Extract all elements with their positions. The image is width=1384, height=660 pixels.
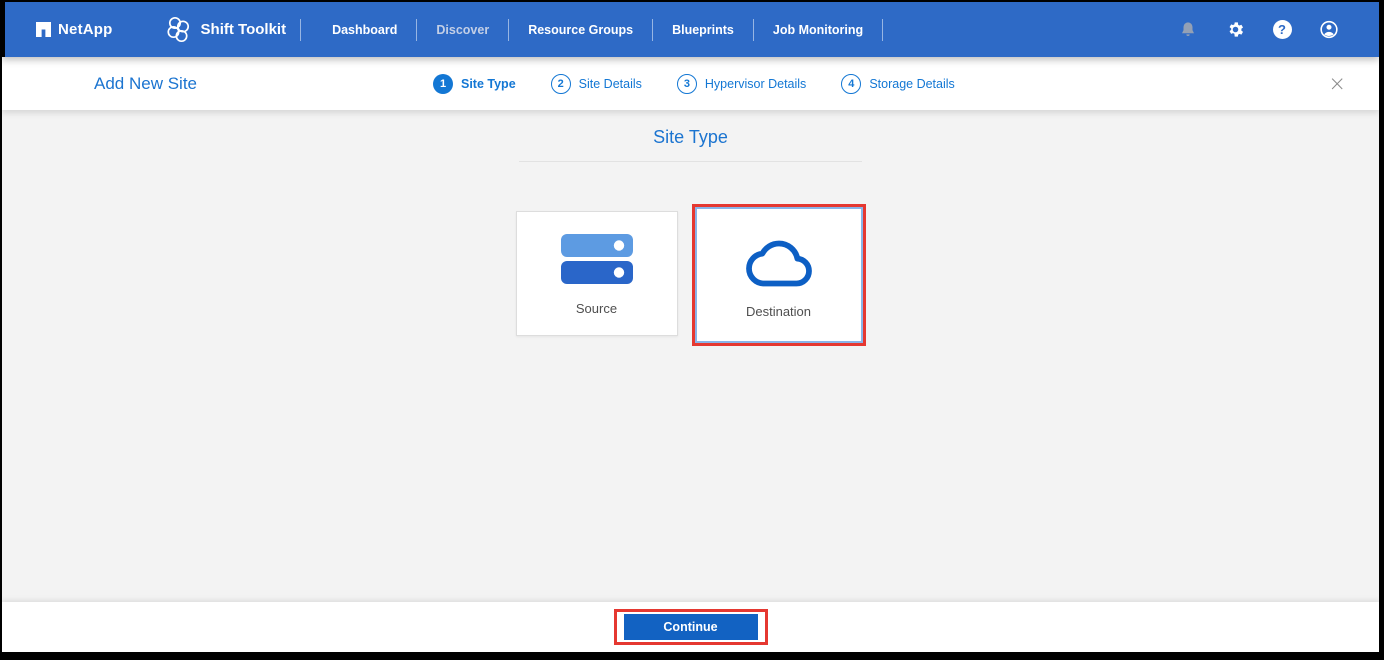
- notification-bell-icon[interactable]: [1178, 20, 1198, 40]
- step-2-label: Site Details: [579, 77, 642, 91]
- step-3-label: Hypervisor Details: [705, 77, 806, 91]
- page-title: Add New Site: [94, 74, 197, 94]
- nav-item-resource-groups[interactable]: Resource Groups: [511, 23, 650, 37]
- selection-highlight-box: Destination: [692, 204, 866, 346]
- topnav-actions: ?: [1178, 20, 1379, 40]
- shift-toolkit-icon: [165, 15, 192, 45]
- netapp-logo-icon: [36, 22, 51, 37]
- server-stack-icon: [558, 232, 636, 288]
- nav-separator: [508, 19, 509, 41]
- main-nav: Dashboard Discover Resource Groups Bluep…: [315, 19, 885, 41]
- step-1-label: Site Type: [461, 77, 516, 91]
- section-heading: Site Type: [2, 127, 1379, 148]
- shift-toolkit-logo[interactable]: Shift Toolkit: [165, 15, 287, 45]
- help-glyph: ?: [1278, 22, 1286, 37]
- source-card-label: Source: [576, 301, 617, 316]
- site-type-cards: Source Destination: [2, 211, 1379, 346]
- close-icon[interactable]: ×: [1328, 73, 1346, 94]
- nav-separator: [652, 19, 653, 41]
- step-site-type[interactable]: 1 Site Type: [433, 74, 516, 94]
- nav-item-discover[interactable]: Discover: [419, 23, 506, 37]
- step-storage-details[interactable]: 4 Storage Details: [841, 74, 954, 94]
- source-card[interactable]: Source: [516, 211, 678, 336]
- continue-button[interactable]: Continue: [624, 614, 758, 640]
- nav-separator: [300, 19, 301, 41]
- continue-highlight-box: Continue: [614, 609, 768, 645]
- wizard-footer: Continue: [2, 602, 1379, 652]
- nav-item-blueprints[interactable]: Blueprints: [655, 23, 751, 37]
- cloud-icon: [742, 231, 816, 291]
- settings-gear-icon[interactable]: [1225, 20, 1245, 40]
- help-icon[interactable]: ?: [1272, 20, 1292, 40]
- step-4-label: Storage Details: [869, 77, 954, 91]
- account-icon[interactable]: [1319, 20, 1339, 40]
- step-2-circle: 2: [551, 74, 571, 94]
- step-1-circle: 1: [433, 74, 453, 94]
- netapp-logo[interactable]: NetApp: [36, 21, 113, 38]
- nav-separator: [753, 19, 754, 41]
- nav-separator: [416, 19, 417, 41]
- step-site-details[interactable]: 2 Site Details: [551, 74, 642, 94]
- wizard-steps: 1 Site Type 2 Site Details 3 Hypervisor …: [433, 57, 955, 110]
- nav-item-dashboard[interactable]: Dashboard: [315, 23, 414, 37]
- destination-card-label: Destination: [746, 304, 811, 319]
- app-window: NetApp Shift Toolkit Dashboard Discover …: [2, 2, 1379, 652]
- product-name-text: Shift Toolkit: [201, 21, 287, 38]
- wizard-header: Add New Site 1 Site Type 2 Site Details …: [2, 57, 1379, 110]
- heading-divider: [519, 161, 862, 162]
- top-navigation-bar: NetApp Shift Toolkit Dashboard Discover …: [2, 2, 1379, 57]
- destination-card[interactable]: Destination: [695, 207, 863, 343]
- step-hypervisor-details[interactable]: 3 Hypervisor Details: [677, 74, 806, 94]
- step-3-circle: 3: [677, 74, 697, 94]
- nav-separator: [882, 19, 883, 41]
- netapp-brand-text: NetApp: [58, 21, 113, 38]
- step-4-circle: 4: [841, 74, 861, 94]
- nav-item-job-monitoring[interactable]: Job Monitoring: [756, 23, 880, 37]
- main-content: Site Type Source: [2, 110, 1379, 602]
